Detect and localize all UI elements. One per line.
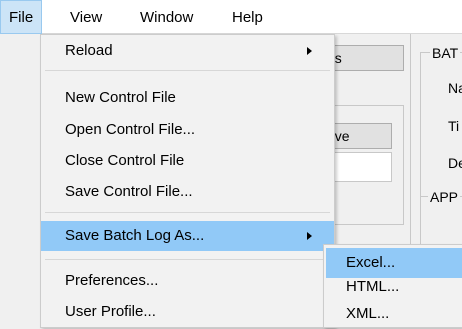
menu-item-label: New Control File xyxy=(65,89,176,106)
menu-separator xyxy=(45,70,330,71)
menu-window[interactable]: Window xyxy=(140,9,193,27)
menu-help[interactable]: Help xyxy=(232,9,263,27)
batch-name-label: Na xyxy=(448,80,462,96)
menu-item-label: Save Control File... xyxy=(65,183,193,200)
menu-item-label: Reload xyxy=(65,42,113,59)
menu-item-close-control-file[interactable]: Close Control File xyxy=(41,146,334,176)
submenu-item-xml[interactable]: XML... xyxy=(326,299,462,329)
submenu-item-label: HTML... xyxy=(346,278,400,295)
menu-file[interactable]: File xyxy=(0,0,43,34)
menu-separator xyxy=(45,212,330,213)
menu-item-preferences[interactable]: Preferences... xyxy=(41,266,334,296)
menu-item-label: User Profile... xyxy=(65,303,156,320)
menu-separator xyxy=(45,259,330,260)
menu-item-save-control-file[interactable]: Save Control File... xyxy=(41,177,334,207)
batch-frame-title: BAT xyxy=(430,45,461,61)
submenu-arrow-icon xyxy=(307,47,312,55)
file-menu: Reload New Control File Open Control Fil… xyxy=(40,34,335,328)
menu-item-new-control-file[interactable]: New Control File xyxy=(41,83,334,113)
menu-view[interactable]: View xyxy=(70,9,102,27)
menu-item-save-batch-log[interactable]: Save Batch Log As... xyxy=(41,221,334,251)
menu-item-reload[interactable]: Reload xyxy=(41,36,334,66)
app-frame-title: APP xyxy=(428,189,461,205)
menu-item-label: Save Batch Log As... xyxy=(65,227,205,244)
menu-bar: File View Window Help xyxy=(0,0,462,34)
batch-time-label: Ti xyxy=(448,118,460,134)
save-batch-log-submenu: Excel... HTML... XML... xyxy=(323,244,462,328)
batch-desc-label: De xyxy=(448,155,462,171)
submenu-item-html[interactable]: HTML... xyxy=(326,272,462,302)
submenu-item-label: XML... xyxy=(346,305,390,322)
menu-item-open-control-file[interactable]: Open Control File... xyxy=(41,115,334,145)
menu-item-label: Close Control File xyxy=(65,152,185,169)
menu-item-label: Preferences... xyxy=(65,272,159,289)
submenu-arrow-icon xyxy=(307,232,312,240)
menu-item-user-profile[interactable]: User Profile... xyxy=(41,297,334,327)
menu-item-label: Open Control File... xyxy=(65,121,196,138)
